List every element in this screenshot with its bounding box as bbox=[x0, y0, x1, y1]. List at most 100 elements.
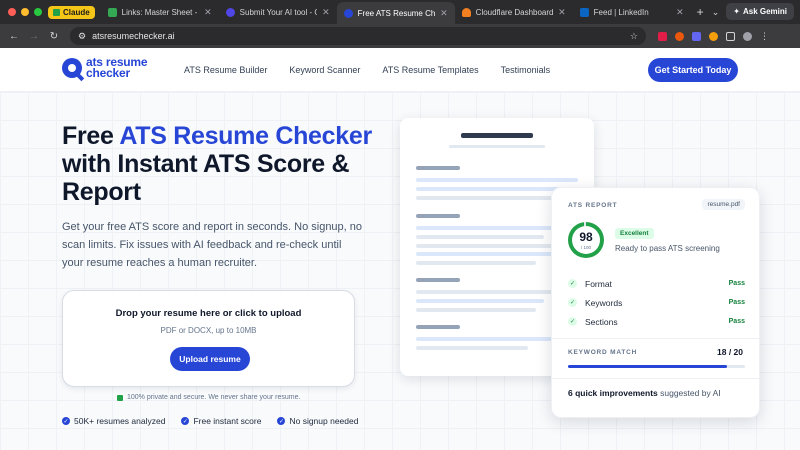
claude-tab-group[interactable]: Claude bbox=[48, 5, 95, 19]
check-name: Keywords bbox=[585, 297, 623, 308]
improvements-text: suggested by AI bbox=[657, 388, 721, 398]
tab-title: Feed | LinkedIn bbox=[593, 7, 649, 17]
site-icon bbox=[225, 7, 235, 17]
status-text: Ready to pass ATS screening bbox=[615, 244, 720, 253]
extensions-area: ⋮ bbox=[658, 31, 769, 42]
logo-text: ats resume checker bbox=[86, 56, 148, 80]
score-ring: 98 / 100 bbox=[568, 222, 604, 258]
status-badge: Excellent bbox=[615, 228, 654, 239]
get-started-button[interactable]: Get Started Today bbox=[648, 58, 738, 82]
ask-gemini-button[interactable]: ✦ Ask Gemini bbox=[726, 3, 794, 20]
nav-ats-resume-templates[interactable]: ATS Resume Templates bbox=[382, 65, 478, 75]
keyword-match-count: 18 / 20 bbox=[717, 347, 743, 357]
resume-text-line bbox=[416, 346, 528, 350]
tab-submit-ai-tool[interactable]: Submit Your AI tool - Go ✕ bbox=[219, 2, 337, 22]
check-row-sections: ✓ Sections Pass bbox=[568, 312, 745, 331]
extension-icon[interactable] bbox=[658, 31, 667, 41]
new-tab-button[interactable]: + bbox=[697, 5, 704, 19]
hero-title: Free ATS Resume Checker with Instant ATS… bbox=[62, 122, 382, 206]
back-arrow-icon[interactable]: ← bbox=[4, 31, 24, 42]
report-file-name: resume.pdf bbox=[702, 199, 745, 210]
linkedin-icon bbox=[579, 7, 589, 17]
extension-icon[interactable] bbox=[692, 31, 701, 41]
extension-icon[interactable] bbox=[709, 31, 718, 41]
cloudflare-icon bbox=[461, 7, 471, 17]
close-icon[interactable]: ✕ bbox=[558, 7, 566, 18]
tab-links-master-sheet[interactable]: Links: Master Sheet - Go ✕ bbox=[101, 2, 219, 22]
tab-linkedin-feed[interactable]: Feed | LinkedIn ✕ bbox=[573, 2, 691, 22]
address-bar[interactable]: ⚙ atsresumechecker.ai ☆ bbox=[70, 27, 646, 45]
upload-title: Drop your resume here or click to upload bbox=[115, 308, 302, 319]
score-ring-inner: 98 / 100 bbox=[572, 226, 600, 254]
lock-icon bbox=[117, 394, 123, 401]
hero-description: Get your free ATS score and report in se… bbox=[62, 221, 363, 269]
resume-name-line bbox=[461, 133, 533, 138]
resume-text-line bbox=[416, 252, 552, 256]
logo-magnifier-icon bbox=[62, 58, 82, 78]
title-part-2: with Instant ATS Score & Report bbox=[62, 150, 350, 206]
score-max: / 100 bbox=[580, 245, 591, 250]
trust-item: ✓ 50K+ resumes analyzed bbox=[62, 416, 165, 426]
nav-testimonials[interactable]: Testimonials bbox=[501, 65, 551, 75]
avatar-icon[interactable] bbox=[743, 31, 752, 41]
trust-label: Free instant score bbox=[193, 416, 262, 426]
site-info-icon[interactable]: ⚙ bbox=[78, 31, 86, 42]
tab-search-chevron-icon[interactable]: ⌄ bbox=[712, 7, 720, 18]
forward-arrow-icon[interactable]: → bbox=[24, 31, 44, 42]
close-icon[interactable]: ✕ bbox=[440, 8, 448, 19]
extension-icon[interactable] bbox=[675, 31, 684, 41]
reload-icon[interactable]: ↻ bbox=[44, 31, 64, 42]
upload-dropzone[interactable]: Drop your resume here or click to upload… bbox=[62, 290, 355, 387]
check-circle-icon: ✓ bbox=[181, 417, 190, 425]
upload-hint: PDF or DOCX, up to 10MB bbox=[160, 326, 257, 335]
close-icon[interactable]: ✕ bbox=[676, 7, 684, 18]
resume-text-line bbox=[416, 178, 578, 182]
tab-title: Cloudflare Dashboard | M bbox=[475, 7, 554, 17]
trust-label: No signup needed bbox=[289, 416, 359, 426]
resume-text-line bbox=[416, 308, 536, 312]
resume-text-line bbox=[416, 235, 544, 239]
ats-favicon-icon bbox=[343, 8, 353, 18]
close-icon[interactable]: ✕ bbox=[322, 7, 330, 18]
resume-heading-line bbox=[416, 214, 460, 218]
logo-line-2: checker bbox=[86, 66, 130, 80]
claude-label: Claude bbox=[63, 7, 90, 17]
improvements-note: 6 quick improvements suggested by AI bbox=[568, 388, 721, 398]
keyword-progress-fill bbox=[568, 365, 728, 368]
resume-text-line bbox=[416, 261, 536, 265]
logo[interactable]: ats resume checker bbox=[62, 56, 148, 80]
menu-dots-icon[interactable]: ⋮ bbox=[760, 31, 769, 42]
keyword-progress-track bbox=[568, 365, 745, 368]
minimize-window-icon[interactable] bbox=[21, 8, 29, 16]
privacy-note: 100% private and secure. We never share … bbox=[117, 394, 300, 401]
resume-heading-line bbox=[416, 166, 460, 170]
tab-cloudflare-dashboard[interactable]: Cloudflare Dashboard | M ✕ bbox=[455, 2, 573, 22]
browser-toolbar: ← → ↻ ⚙ atsresumechecker.ai ☆ ⋮ bbox=[0, 24, 800, 48]
title-accent: ATS Resume Checker bbox=[119, 122, 372, 150]
url-text: atsresumechecker.ai bbox=[92, 31, 175, 41]
check-icon: ✓ bbox=[568, 298, 577, 307]
check-row-format: ✓ Format Pass bbox=[568, 274, 745, 293]
nav-ats-resume-builder[interactable]: ATS Resume Builder bbox=[184, 65, 267, 75]
nav-keyword-scanner[interactable]: Keyword Scanner bbox=[289, 65, 360, 75]
check-circle-icon: ✓ bbox=[62, 417, 70, 425]
tab-title: Links: Master Sheet - Go bbox=[121, 7, 199, 17]
close-icon[interactable]: ✕ bbox=[204, 7, 212, 18]
maximize-window-icon[interactable] bbox=[34, 8, 42, 16]
trust-badges: ✓ 50K+ resumes analyzed ✓ Free instant sco… bbox=[62, 416, 358, 426]
upload-resume-button[interactable]: Upload resume bbox=[170, 347, 250, 371]
close-window-icon[interactable] bbox=[8, 8, 16, 16]
tab-ats-resume-checker[interactable]: Free ATS Resume Checker ✕ bbox=[336, 2, 455, 24]
check-name: Format bbox=[585, 278, 612, 289]
ats-report-card: ATS REPORT resume.pdf 98 / 100 Excellent… bbox=[551, 187, 760, 418]
puzzle-icon[interactable] bbox=[726, 31, 735, 41]
bookmark-star-icon[interactable]: ☆ bbox=[630, 31, 638, 42]
check-icon: ✓ bbox=[568, 279, 577, 288]
check-name: Sections bbox=[585, 316, 618, 327]
resume-text-line bbox=[416, 244, 552, 248]
resume-heading-line bbox=[416, 278, 460, 282]
check-result: Pass bbox=[728, 318, 745, 325]
check-result: Pass bbox=[728, 280, 745, 287]
resume-text-line bbox=[416, 226, 552, 230]
check-list: ✓ Format Pass ✓ Keywords Pass ✓ Sections… bbox=[568, 274, 745, 331]
